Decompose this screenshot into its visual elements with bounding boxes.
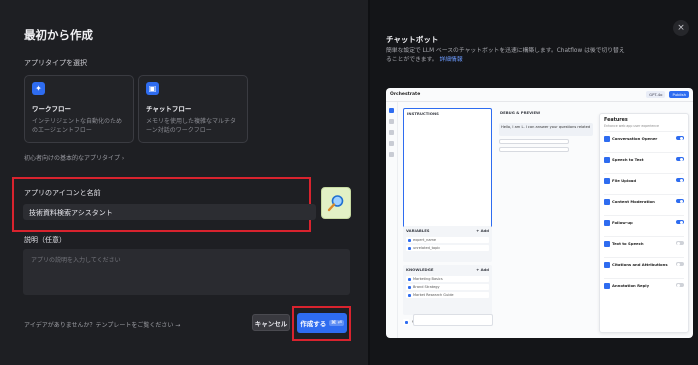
feature-item: Follow-up bbox=[604, 215, 684, 236]
feature-item: Annotation Reply bbox=[604, 278, 684, 299]
feature-item: Speech to Text bbox=[604, 152, 684, 173]
suggestion-chip bbox=[499, 139, 569, 144]
app-type-title: チャットフロー bbox=[146, 105, 192, 113]
variable-item: unrelated_topic bbox=[413, 246, 441, 250]
preview-screenshot: Orchestrate GPT-4o Publish INSTRUCTIONS … bbox=[386, 88, 693, 338]
knowledge-item: Marketing Basics bbox=[413, 277, 443, 281]
create-button-label: 作成する bbox=[300, 320, 327, 328]
knowledge-item: Market Research Guide bbox=[413, 293, 454, 297]
model-pill: GPT-4o bbox=[646, 91, 666, 98]
app-name-label: アプリのアイコンと名前 bbox=[24, 189, 101, 197]
app-type-chatflow-card[interactable]: ▣ チャットフロー メモリを使用した複雑なマルチターン対話のワークフロー bbox=[138, 75, 248, 143]
suggestion-chip bbox=[499, 147, 569, 152]
shortcut-badge: ⌘ ⏎ bbox=[329, 320, 344, 326]
app-type-workflow-card[interactable]: ✦ ワークフロー インテリジェントな自動化のためのエージェントフロー bbox=[24, 75, 134, 143]
preview-rail bbox=[386, 102, 398, 338]
create-button[interactable]: 作成する ⌘ ⏎ bbox=[297, 313, 347, 333]
instructions-label: INSTRUCTIONS bbox=[407, 111, 439, 116]
orchestrate-label: Orchestrate bbox=[390, 92, 421, 97]
cancel-button[interactable]: キャンセル bbox=[252, 314, 290, 331]
magnifier-icon bbox=[327, 195, 344, 212]
debug-label: DEBUG & PREVIEW bbox=[500, 110, 541, 115]
preview-topbar: Orchestrate GPT-4o Publish bbox=[386, 88, 693, 102]
features-subtitle: Enhance web app user experience bbox=[604, 124, 660, 128]
variables-label: VARIABLES bbox=[406, 228, 430, 233]
close-icon[interactable]: × bbox=[673, 20, 689, 36]
app-type-title: ワークフロー bbox=[32, 105, 71, 113]
feature-item: Content Moderation bbox=[604, 194, 684, 215]
app-type-label: アプリタイプを選択 bbox=[24, 59, 87, 67]
knowledge-panel: KNOWLEDGE + Add Marketing Basics Brand St… bbox=[403, 265, 492, 315]
knowledge-label: KNOWLEDGE bbox=[406, 267, 434, 272]
features-title: Features bbox=[604, 118, 628, 123]
debug-panel: DEBUG & PREVIEW Hello, I am L. I can ans… bbox=[497, 108, 595, 333]
chat-greeting: Hello, I am L. I can answer your questio… bbox=[499, 123, 593, 136]
description-textarea[interactable]: アプリの説明を入力してください bbox=[23, 249, 350, 295]
app-name-input[interactable]: 技術資料検索アシスタント bbox=[23, 204, 316, 220]
chat-input bbox=[413, 314, 493, 326]
feature-item: Conversation Opener bbox=[604, 131, 684, 152]
template-link[interactable]: アイデアがありませんか？テンプレートをご覧ください → bbox=[24, 320, 180, 329]
feature-item: Citations and Attributions bbox=[604, 257, 684, 278]
variable-item: expert_name bbox=[413, 238, 437, 242]
feature-item: Text to Speech bbox=[604, 236, 684, 257]
description-label: 説明（任意） bbox=[24, 236, 66, 244]
preview-title: チャットボット bbox=[386, 35, 439, 44]
app-type-desc: メモリを使用した複雑なマルチターン対話のワークフロー bbox=[146, 118, 237, 134]
chat-icon: ▣ bbox=[146, 82, 159, 95]
feature-item: File Upload bbox=[604, 173, 684, 194]
dialog-title: 最初から作成 bbox=[24, 28, 93, 42]
knowledge-item: Brand Strategy bbox=[413, 285, 440, 289]
basic-app-types-link[interactable]: 初心者向けの基本的なアプリタイプ › bbox=[24, 153, 124, 162]
variables-panel: VARIABLES + Add expert_name unrelated_top… bbox=[403, 226, 492, 262]
instructions-panel: INSTRUCTIONS bbox=[403, 108, 492, 228]
app-type-desc: インテリジェントな自動化のためのエージェントフロー bbox=[32, 118, 123, 134]
workflow-icon: ✦ bbox=[32, 82, 45, 95]
publish-pill: Publish bbox=[669, 91, 689, 98]
preview-description: 簡単な設定で LLM ベースのチャットボットを迅速に構築します。Chatflow… bbox=[386, 47, 626, 65]
features-panel: Features Enhance web app user experience… bbox=[599, 113, 689, 333]
preview-desc-text: 簡単な設定で LLM ベースのチャットボットを迅速に構築します。Chatflow… bbox=[386, 48, 625, 63]
learn-more-link[interactable]: 詳細情報 bbox=[439, 57, 462, 63]
app-icon-picker[interactable] bbox=[321, 187, 351, 219]
